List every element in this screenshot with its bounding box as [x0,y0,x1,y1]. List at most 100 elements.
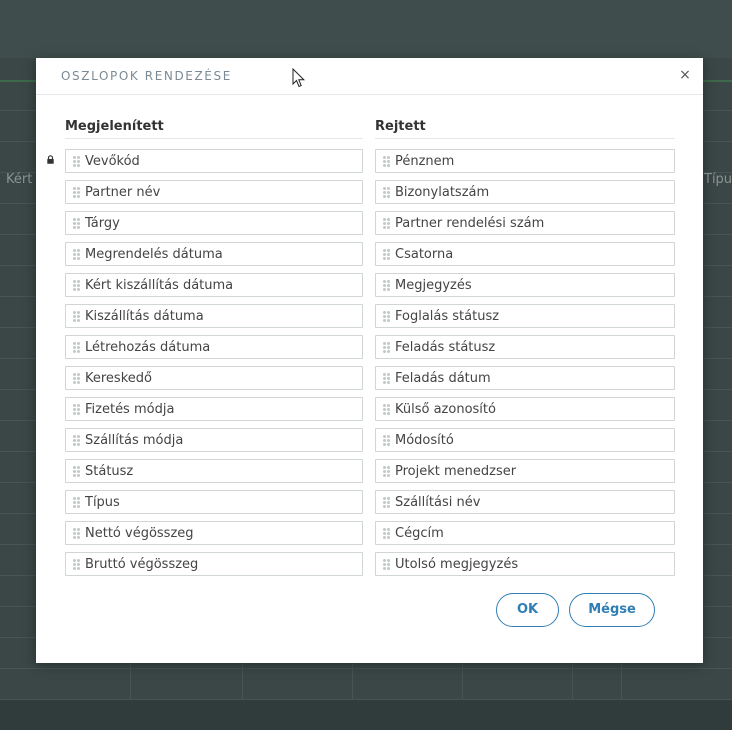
drag-handle-icon[interactable] [73,404,81,416]
column-item-label: Tárgy [85,216,120,231]
drag-handle-icon[interactable] [383,497,391,509]
column-item-label: Csatorna [395,247,454,262]
column-item[interactable]: Pénznem [375,149,675,173]
column-item[interactable]: Szállítás módja [65,428,363,452]
column-item[interactable]: Státusz [65,459,363,483]
drag-handle-icon[interactable] [383,528,391,540]
background-row [0,668,732,699]
column-item-label: Pénznem [395,154,455,169]
drag-handle-icon[interactable] [383,249,391,261]
column-item-label: Külső azonosító [395,402,496,417]
drag-handle-icon[interactable] [73,187,81,199]
column-item[interactable]: Tárgy [65,211,363,235]
drag-handle-icon[interactable] [73,342,81,354]
drag-handle-icon[interactable] [383,342,391,354]
background-topbar [0,0,732,58]
column-item[interactable]: Foglalás státusz [375,304,675,328]
column-item-label: Státusz [85,464,134,479]
drag-handle-icon[interactable] [73,466,81,478]
column-item[interactable]: Külső azonosító [375,397,675,421]
drag-handle-icon[interactable] [73,559,81,571]
column-item-label: Vevőkód [85,154,140,169]
drag-handle-icon[interactable] [73,373,81,385]
column-item-label: Kiszállítás dátuma [85,309,204,324]
column-item-label: Fizetés módja [85,402,175,417]
drag-handle-icon[interactable] [73,280,81,292]
drag-handle-icon[interactable] [73,497,81,509]
mouse-cursor-icon [292,68,306,88]
background-column-header: Típus [704,172,732,187]
column-item[interactable]: Kereskedő [65,366,363,390]
column-item-label: Szállítási név [395,495,481,510]
column-item-label: Partner rendelési szám [395,216,545,231]
close-icon[interactable]: × [677,67,693,83]
column-item[interactable]: Partner rendelési szám [375,211,675,235]
background-row [0,699,732,730]
column-item-label: Megrendelés dátuma [85,247,223,262]
column-item[interactable]: Utolsó megjegyzés [375,552,675,576]
divider [65,138,363,139]
column-item-label: Bizonylatszám [395,185,490,200]
column-item[interactable]: Feladás státusz [375,335,675,359]
hidden-column-title: Rejtett [375,119,426,134]
drag-handle-icon[interactable] [73,156,81,168]
dialog-title: OSZLOPOK RENDEZÉSE [61,69,232,83]
column-item[interactable]: Bruttó végösszeg [65,552,363,576]
cancel-button[interactable]: Mégse [569,593,655,627]
column-item[interactable]: Projekt menedzser [375,459,675,483]
column-item-label: Kért kiszállítás dátuma [85,278,234,293]
column-item[interactable]: Kiszállítás dátuma [65,304,363,328]
drag-handle-icon[interactable] [383,373,391,385]
lock-icon [47,155,54,164]
column-item[interactable]: Partner név [65,180,363,204]
column-item[interactable]: Feladás dátum [375,366,675,390]
column-item[interactable]: Vevőkód [65,149,363,173]
column-item-label: Létrehozás dátuma [85,340,211,355]
column-item-label: Projekt menedzser [395,464,517,479]
column-item[interactable]: Típus [65,490,363,514]
drag-handle-icon[interactable] [73,249,81,261]
drag-handle-icon[interactable] [383,311,391,323]
ok-button[interactable]: OK [496,593,559,627]
drag-handle-icon[interactable] [73,528,81,540]
column-item-label: Partner név [85,185,161,200]
background-column-header: Kért [6,172,33,187]
column-item-label: Bruttó végösszeg [85,557,199,572]
column-item[interactable]: Megrendelés dátuma [65,242,363,266]
column-item[interactable]: Bizonylatszám [375,180,675,204]
column-item[interactable]: Megjegyzés [375,273,675,297]
drag-handle-icon[interactable] [383,559,391,571]
column-item-label: Nettó végösszeg [85,526,194,541]
column-item-label: Feladás dátum [395,371,491,386]
column-item-label: Megjegyzés [395,278,472,293]
drag-handle-icon[interactable] [383,156,391,168]
column-item-label: Cégcím [395,526,444,541]
column-order-dialog: OSZLOPOK RENDEZÉSE × Megjelenített Rejte… [36,58,703,663]
column-item[interactable]: Csatorna [375,242,675,266]
column-item-label: Szállítás módja [85,433,184,448]
column-item-label: Kereskedő [85,371,152,386]
drag-handle-icon[interactable] [383,218,391,230]
drag-handle-icon[interactable] [73,435,81,447]
visible-column-title: Megjelenített [65,119,164,134]
column-item-label: Foglalás státusz [395,309,500,324]
column-item-label: Módosító [395,433,454,448]
drag-handle-icon[interactable] [73,218,81,230]
column-item[interactable]: Létrehozás dátuma [65,335,363,359]
divider [375,138,675,139]
column-item[interactable]: Fizetés módja [65,397,363,421]
drag-handle-icon[interactable] [383,187,391,199]
column-item[interactable]: Cégcím [375,521,675,545]
column-item-label: Utolsó megjegyzés [395,557,519,572]
drag-handle-icon[interactable] [73,311,81,323]
drag-handle-icon[interactable] [383,404,391,416]
drag-handle-icon[interactable] [383,466,391,478]
drag-handle-icon[interactable] [383,435,391,447]
column-item[interactable]: Módosító [375,428,675,452]
column-item-label: Típus [85,495,120,510]
column-item[interactable]: Szállítási név [375,490,675,514]
column-item-label: Feladás státusz [395,340,496,355]
column-item[interactable]: Kért kiszállítás dátuma [65,273,363,297]
column-item[interactable]: Nettó végösszeg [65,521,363,545]
drag-handle-icon[interactable] [383,280,391,292]
